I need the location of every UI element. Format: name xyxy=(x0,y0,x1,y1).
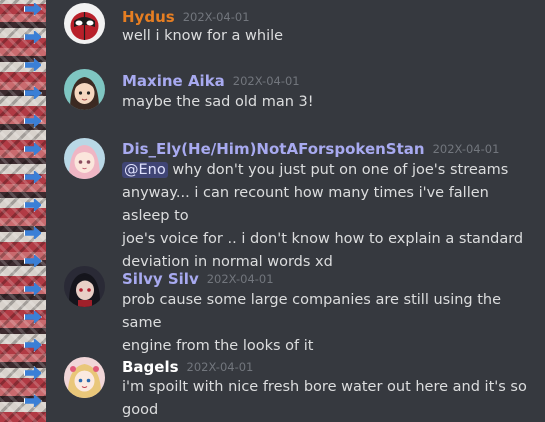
pink-hair-girl-avatar-icon xyxy=(64,138,105,179)
author-name[interactable]: Hydus xyxy=(122,8,175,26)
message-line: joe's voice for .. i don't know how to e… xyxy=(122,231,524,247)
message-line: @Eno why don't you just put on one of jo… xyxy=(122,159,532,182)
message-content: maybe the sad old man 3! xyxy=(122,91,532,114)
user-mention[interactable]: @Eno xyxy=(122,162,168,178)
message-timestamp: 202X-04-01 xyxy=(186,360,254,374)
avatar[interactable] xyxy=(64,69,105,110)
author-name[interactable]: Silvy Silv xyxy=(122,270,199,288)
message-author-line: Silvy Silv 202X-04-01 xyxy=(122,270,274,288)
message-timestamp: 202X-04-01 xyxy=(206,272,274,286)
message-timestamp: 202X-04-01 xyxy=(182,10,250,24)
author-name[interactable]: Bagels xyxy=(122,358,179,376)
message-author-line: Hydus 202X-04-01 xyxy=(122,8,250,26)
message-author-line: Bagels 202X-04-01 xyxy=(122,358,253,376)
message-line: maybe the sad old man 3! xyxy=(122,94,314,110)
avatar[interactable] xyxy=(64,3,105,44)
green-hair-girl-avatar-icon xyxy=(64,69,105,110)
message-line: anyway... i can recount how many times i… xyxy=(122,185,489,224)
red-mask-avatar-icon xyxy=(64,3,105,44)
message-list: Hydus 202X-04-01 well i know for a while … xyxy=(0,0,545,422)
author-name[interactable]: Dis_Ely(He/Him)NotAForspokenStan xyxy=(122,140,425,158)
message-author-line: Maxine Aika 202X-04-01 xyxy=(122,72,300,90)
message-line: i'm spoilt with nice fresh bore water ou… xyxy=(122,379,527,395)
message-content: prob cause some large companies are stil… xyxy=(122,289,532,358)
message-content: i'm spoilt with nice fresh bore water ou… xyxy=(122,376,532,422)
dark-hair-girl-avatar-icon xyxy=(64,266,105,307)
message-timestamp: 202X-04-01 xyxy=(232,74,300,88)
avatar[interactable] xyxy=(64,357,105,398)
message-line: good xyxy=(122,402,159,418)
message-author-line: Dis_Ely(He/Him)NotAForspokenStan 202X-04-… xyxy=(122,140,499,158)
message-content: @Eno why don't you just put on one of jo… xyxy=(122,159,532,274)
avatar[interactable] xyxy=(64,138,105,179)
message-line: well i know for a while xyxy=(122,28,284,44)
message-line-text: why don't you just put on one of joe's s… xyxy=(172,162,509,178)
message-timestamp: 202X-04-01 xyxy=(432,142,500,156)
blonde-anime-avatar-icon xyxy=(64,357,105,398)
message-content: well i know for a while xyxy=(122,25,532,48)
avatar[interactable] xyxy=(64,266,105,307)
message-line: engine from the looks of it xyxy=(122,338,314,354)
message-line: prob cause some large companies are stil… xyxy=(122,292,502,331)
author-name[interactable]: Maxine Aika xyxy=(122,72,225,90)
